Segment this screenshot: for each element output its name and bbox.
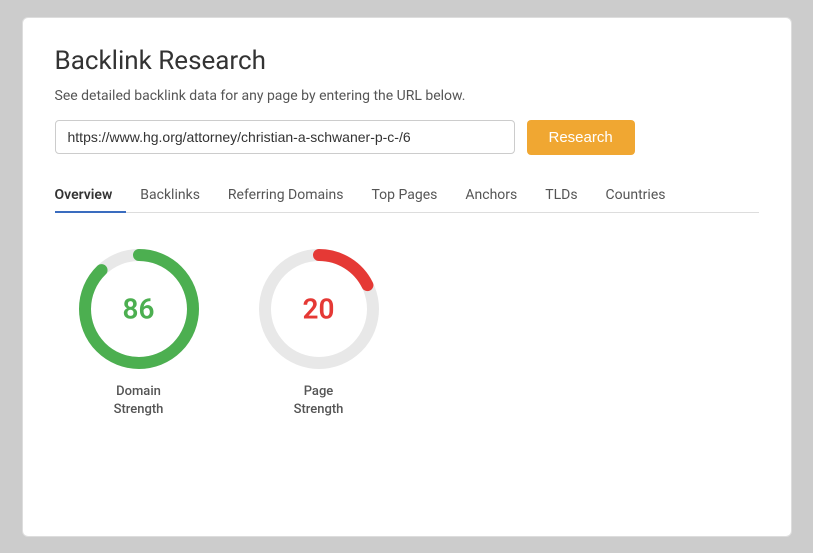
domain-strength-label: DomainStrength	[114, 383, 164, 419]
url-input[interactable]	[55, 120, 515, 154]
subtitle-text: See detailed backlink data for any page …	[55, 88, 759, 104]
main-card: Backlink Research See detailed backlink …	[22, 17, 792, 537]
tab-tlds[interactable]: TLDs	[531, 179, 591, 213]
metrics-row: 86 DomainStrength 20 PageStrength	[55, 249, 759, 419]
page-strength-metric: 20 PageStrength	[259, 249, 379, 419]
page-strength-value: 20	[303, 292, 335, 325]
page-strength-label: PageStrength	[294, 383, 344, 419]
tab-countries[interactable]: Countries	[592, 179, 680, 213]
research-button[interactable]: Research	[527, 120, 635, 155]
tab-anchors[interactable]: Anchors	[451, 179, 531, 213]
tab-top-pages[interactable]: Top Pages	[357, 179, 451, 213]
tabs-container: Overview Backlinks Referring Domains Top…	[55, 179, 759, 213]
domain-strength-value: 86	[123, 292, 155, 325]
page-strength-circle: 20	[259, 249, 379, 369]
page-title: Backlink Research	[55, 46, 759, 76]
domain-strength-metric: 86 DomainStrength	[79, 249, 199, 419]
tab-referring-domains[interactable]: Referring Domains	[214, 179, 358, 213]
tab-overview[interactable]: Overview	[55, 179, 127, 213]
tab-backlinks[interactable]: Backlinks	[126, 179, 214, 213]
domain-strength-circle: 86	[79, 249, 199, 369]
search-row: Research	[55, 120, 759, 155]
